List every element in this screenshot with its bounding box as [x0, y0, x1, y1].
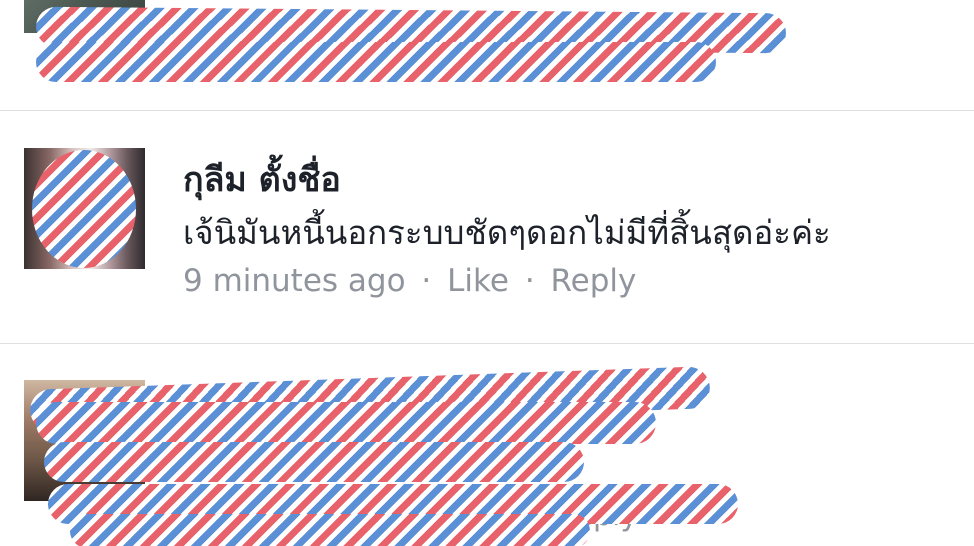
comment-meta: 9 minutes ago · Like · Reply: [183, 263, 636, 299]
redaction-bottom-5: [70, 514, 590, 546]
redaction-top-2: [36, 42, 716, 82]
comment-thread: กุลีม ตั้งชื่อ เจ้นิมันหนี้นอกระบบชัดๆดอ…: [0, 0, 974, 546]
comment-text: เจ้นิมันหนี้นอกระบบชัดๆดอกไม่มีที่สิ้นสุ…: [183, 213, 831, 252]
comment-timestamp[interactable]: 9 minutes ago: [183, 263, 406, 299]
redaction-bottom-2: [36, 402, 656, 444]
redaction-avatar-main: [32, 150, 136, 268]
divider-2: [0, 343, 974, 344]
divider-1: [0, 110, 974, 111]
like-link[interactable]: Like: [447, 263, 509, 299]
reply-link[interactable]: Reply: [551, 263, 637, 299]
comment-author-name[interactable]: กุลีม ตั้งชื่อ: [183, 152, 341, 206]
redaction-bottom-3: [44, 442, 584, 482]
meta-separator: ·: [524, 263, 535, 299]
meta-separator: ·: [421, 263, 432, 299]
